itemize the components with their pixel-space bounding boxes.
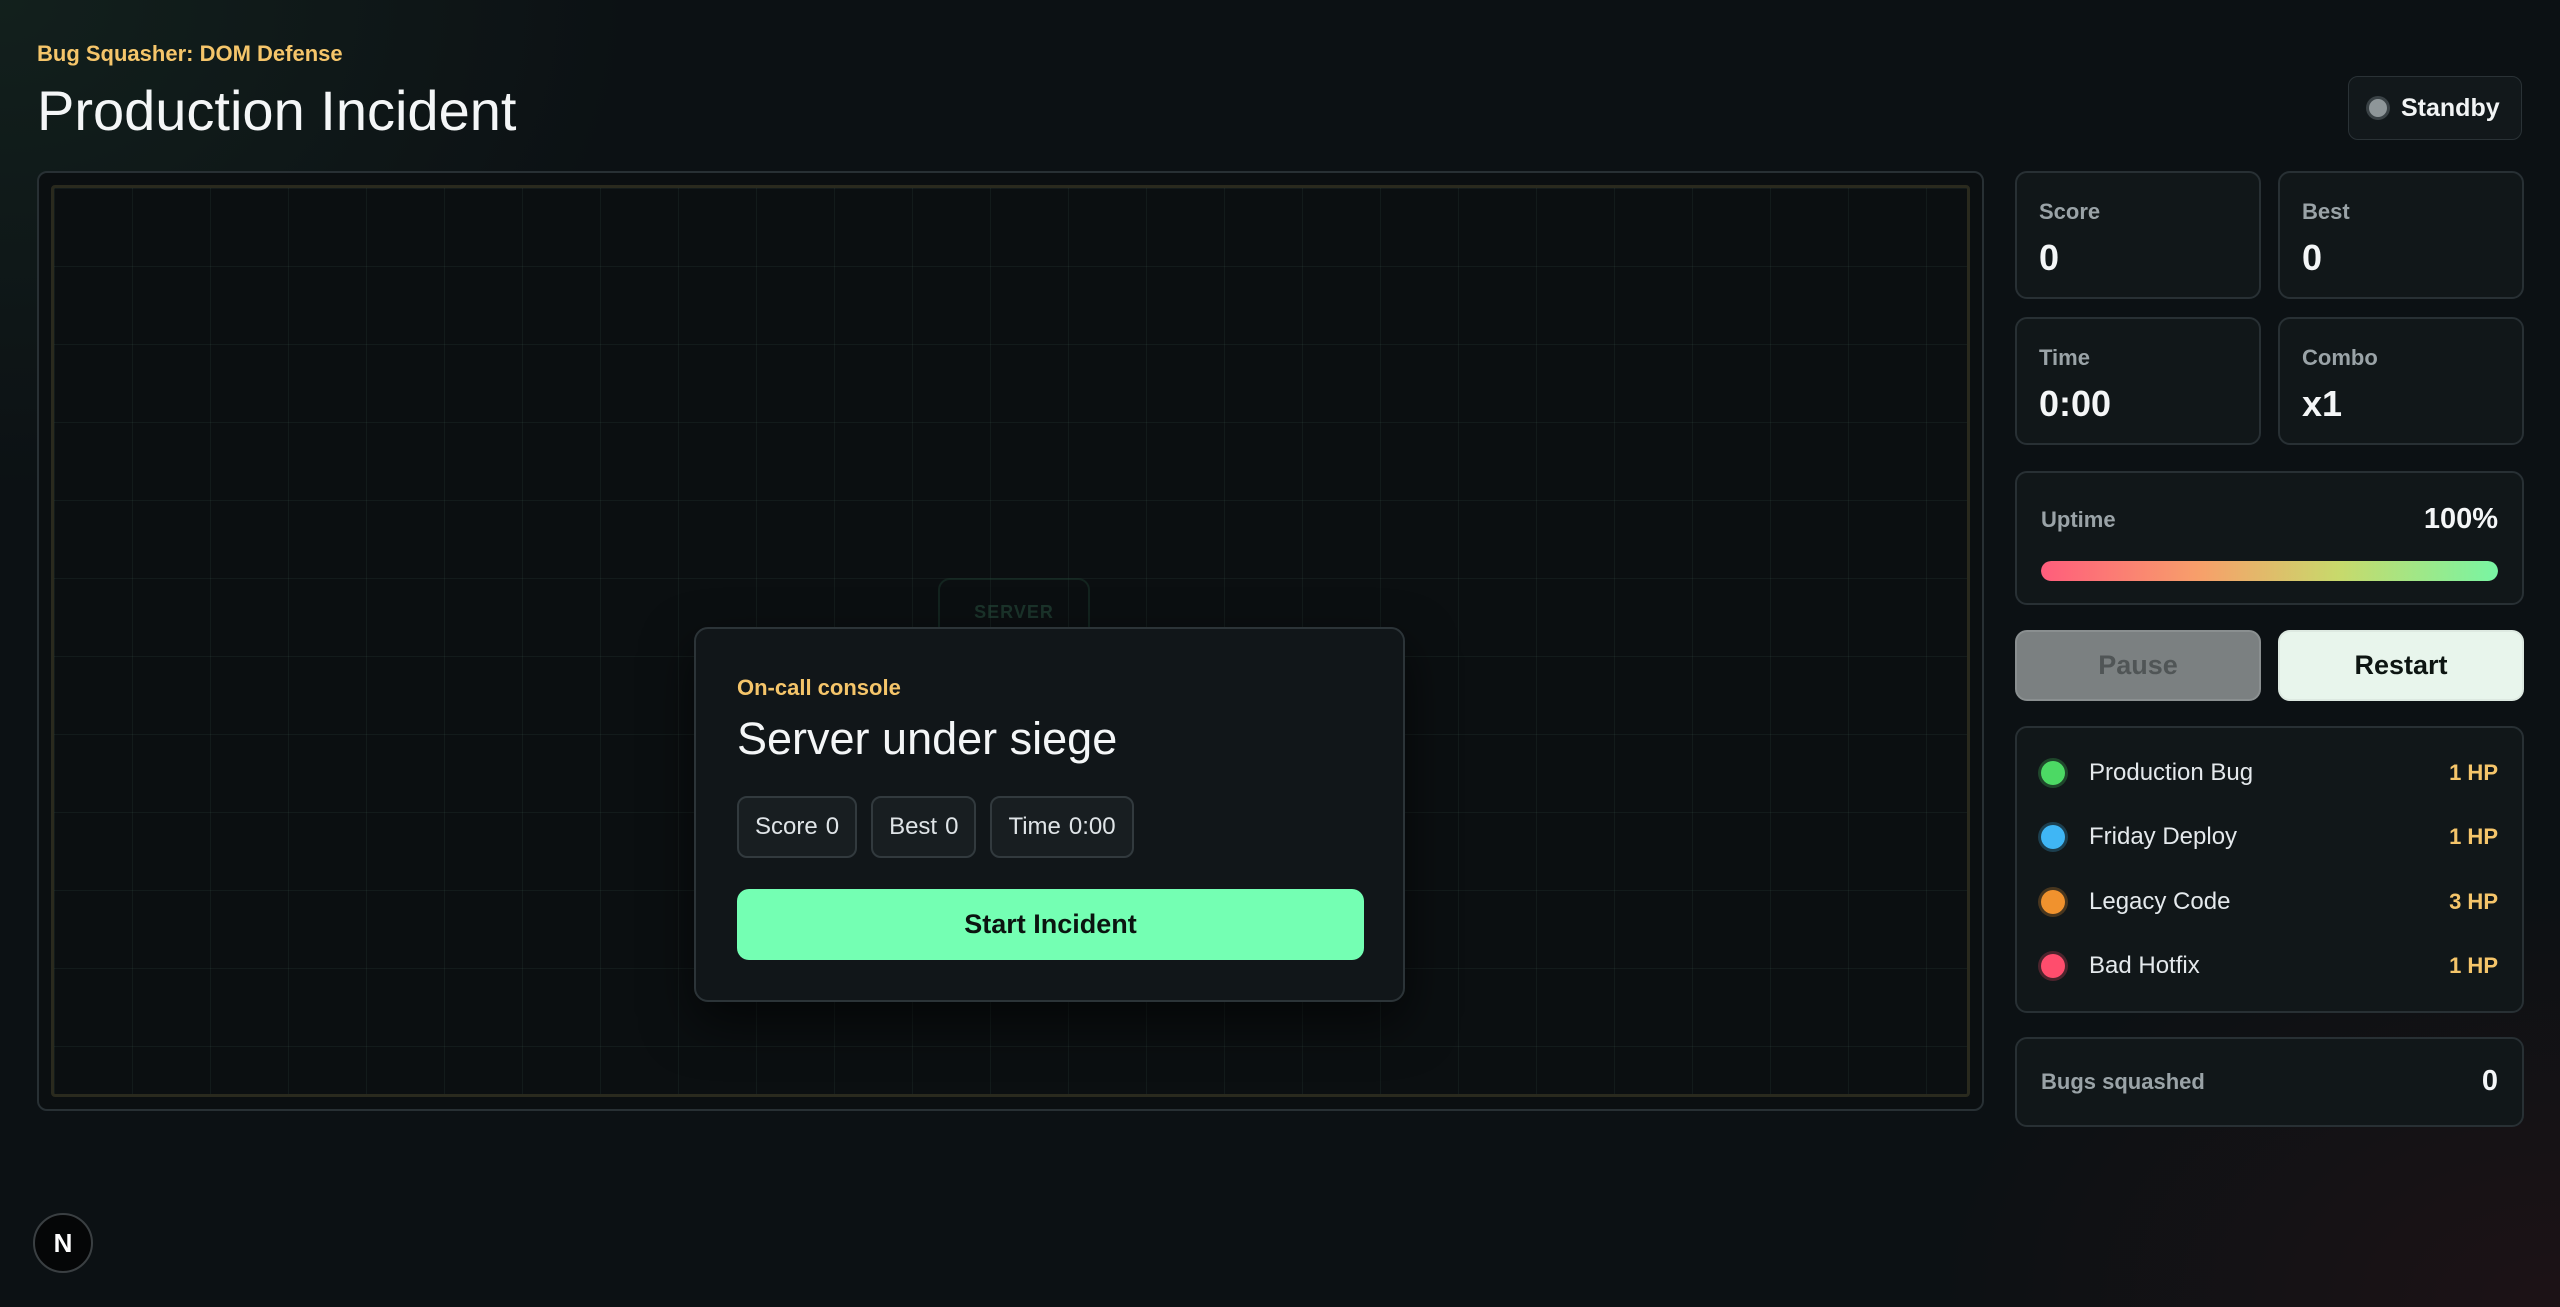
status-label: Standby bbox=[2401, 93, 2500, 122]
squashed-value: 0 bbox=[2481, 1065, 2498, 1097]
chip-label: Best bbox=[889, 813, 938, 840]
best-value: 0 bbox=[2302, 237, 2323, 278]
game-eyebrow: Bug Squasher: DOM Defense bbox=[37, 41, 343, 66]
uptime-bar bbox=[2041, 561, 2498, 581]
bugs-squashed-card: Bugs squashed 0 bbox=[2015, 1037, 2524, 1127]
legend-item-bad-hotfix: Bad Hotfix 1 HP bbox=[2041, 946, 2498, 986]
time-value: 0:00 bbox=[2039, 383, 2112, 424]
combo-card: Combo x1 bbox=[2278, 317, 2524, 445]
page-title: Production Incident bbox=[37, 79, 517, 142]
chip-value: 0 bbox=[945, 813, 959, 840]
legend-name: Bad Hotfix bbox=[2089, 952, 2200, 979]
bug-legend-card: Production Bug 1 HP Friday Deploy 1 HP L… bbox=[2015, 726, 2524, 1013]
console-best-chip: Best 0 bbox=[871, 796, 977, 858]
chip-label: Score bbox=[755, 813, 818, 840]
combo-value: x1 bbox=[2302, 383, 2343, 424]
uptime-value: 100% bbox=[2423, 503, 2498, 535]
score-card: Score 0 bbox=[2015, 171, 2261, 299]
uptime-label: Uptime bbox=[2041, 507, 2116, 532]
score-value: 0 bbox=[2039, 237, 2060, 278]
n-logo-button[interactable]: N bbox=[33, 1213, 93, 1273]
chip-value: 0 bbox=[825, 813, 840, 840]
chip-value: 0:00 bbox=[1068, 813, 1116, 840]
legend-name: Friday Deploy bbox=[2089, 823, 2238, 850]
uptime-bar-fill bbox=[2041, 561, 2498, 581]
game-arena[interactable]: SERVER On-call console Server under sieg… bbox=[37, 171, 1984, 1111]
legend-name: Legacy Code bbox=[2089, 888, 2231, 915]
squashed-label: Bugs squashed bbox=[2041, 1069, 2205, 1094]
score-label: Score bbox=[2039, 199, 2101, 224]
bug-dot-icon bbox=[2041, 954, 2065, 978]
combo-label: Combo bbox=[2302, 345, 2378, 370]
bug-dot-icon bbox=[2041, 825, 2065, 849]
legend-hp: 1 HP bbox=[2449, 953, 2498, 978]
console-time-chip: Time 0:00 bbox=[990, 796, 1134, 858]
status-badge: Standby bbox=[2348, 76, 2522, 140]
legend-item-legacy-code: Legacy Code 3 HP bbox=[2041, 882, 2498, 922]
bug-dot-icon bbox=[2041, 761, 2065, 785]
console-score-chip: Score 0 bbox=[737, 796, 858, 858]
pause-button[interactable]: Pause bbox=[2015, 630, 2261, 701]
legend-hp: 1 HP bbox=[2449, 760, 2498, 785]
console-eyebrow: On-call console bbox=[737, 675, 901, 700]
best-card: Best 0 bbox=[2278, 171, 2524, 299]
legend-item-friday-deploy: Friday Deploy 1 HP bbox=[2041, 817, 2498, 857]
bug-dot-icon bbox=[2041, 890, 2065, 914]
chip-label: Time bbox=[1008, 813, 1061, 840]
legend-hp: 3 HP bbox=[2449, 889, 2498, 914]
start-incident-button[interactable]: Start Incident bbox=[737, 889, 1364, 960]
time-card: Time 0:00 bbox=[2015, 317, 2261, 445]
legend-hp: 1 HP bbox=[2449, 824, 2498, 849]
oncall-console-dialog: On-call console Server under siege Score… bbox=[694, 627, 1405, 1002]
uptime-card: Uptime 100% bbox=[2015, 471, 2524, 605]
console-chip-row: Score 0 Best 0 Time 0:00 bbox=[737, 796, 1134, 858]
status-dot-icon bbox=[2369, 99, 2387, 117]
best-label: Best bbox=[2302, 199, 2350, 224]
console-title: Server under siege bbox=[737, 713, 1118, 764]
legend-name: Production Bug bbox=[2089, 759, 2254, 786]
legend-item-production-bug: Production Bug 1 HP bbox=[2041, 753, 2498, 793]
time-label: Time bbox=[2039, 345, 2090, 370]
restart-button[interactable]: Restart bbox=[2278, 630, 2524, 701]
